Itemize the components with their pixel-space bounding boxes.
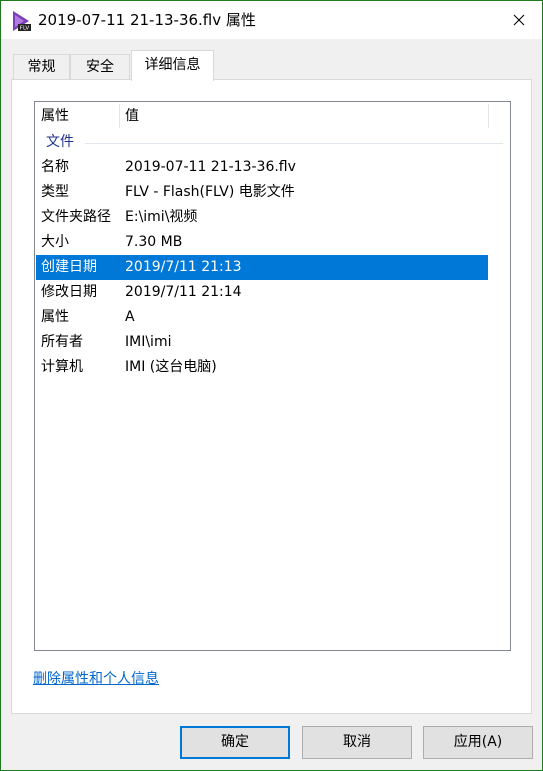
property-value: A — [125, 309, 135, 325]
list-item[interactable]: 计算机 IMI (这台电脑) — [36, 355, 488, 380]
column-header-property[interactable]: 属性 — [35, 102, 119, 130]
remove-properties-link[interactable]: 删除属性和个人信息 — [33, 669, 159, 689]
property-name: 名称 — [41, 159, 69, 175]
tab-security-label: 安全 — [86, 59, 114, 75]
close-icon — [513, 14, 525, 26]
property-name: 计算机 — [41, 359, 83, 375]
list-item[interactable]: 修改日期 2019/7/11 21:14 — [36, 280, 488, 305]
property-value: 2019/7/11 21:14 — [125, 284, 242, 300]
close-button[interactable] — [496, 1, 542, 39]
column-separator[interactable] — [488, 104, 489, 128]
property-name: 大小 — [41, 234, 69, 250]
property-name: 文件夹路径 — [41, 209, 111, 225]
cancel-button[interactable]: 取消 — [302, 726, 412, 759]
list-item[interactable]: 大小 7.30 MB — [36, 230, 488, 255]
property-name: 属性 — [41, 309, 69, 325]
flv-file-icon: FLV — [13, 11, 31, 32]
details-panel: 属性 值 文件 名称 2019-07-11 21-13-36.flv 类型 FL… — [11, 79, 532, 714]
property-value: FLV - Flash(FLV) 电影文件 — [125, 184, 295, 200]
list-item[interactable]: 名称 2019-07-11 21-13-36.flv — [36, 155, 488, 180]
tab-strip: 常规 安全 详细信息 — [13, 50, 533, 81]
list-item[interactable]: 属性 A — [36, 305, 488, 330]
list-item[interactable]: 所有者 IMI\imi — [36, 330, 488, 355]
tab-details-label: 详细信息 — [144, 57, 201, 73]
tab-general-label: 常规 — [27, 59, 56, 75]
tab-security[interactable]: 安全 — [70, 54, 130, 81]
column-header-value[interactable]: 值 — [119, 102, 489, 130]
property-name: 类型 — [41, 184, 69, 200]
property-name: 所有者 — [41, 334, 83, 350]
property-value: 2019-07-11 21-13-36.flv — [125, 159, 296, 175]
property-name: 修改日期 — [41, 284, 97, 300]
properties-list[interactable]: 属性 值 文件 名称 2019-07-11 21-13-36.flv 类型 FL… — [34, 101, 511, 651]
list-header: 属性 值 — [35, 102, 510, 130]
property-name: 创建日期 — [41, 259, 97, 275]
property-value: 2019/7/11 21:13 — [125, 259, 242, 275]
flv-icon-label: FLV — [20, 26, 30, 32]
property-value: IMI (这台电脑) — [125, 359, 217, 375]
property-value: IMI\imi — [125, 334, 172, 350]
tab-details[interactable]: 详细信息 — [131, 50, 214, 81]
window-title: 2019-07-11 21-13-36.flv 属性 — [38, 11, 256, 29]
title-bar[interactable]: FLV 2019-07-11 21-13-36.flv 属性 — [1, 1, 542, 39]
group-divider — [85, 143, 503, 144]
ok-button[interactable]: 确定 — [180, 726, 290, 759]
group-header-file[interactable]: 文件 — [46, 132, 74, 152]
tab-general[interactable]: 常规 — [13, 54, 70, 81]
list-item[interactable]: 文件夹路径 E:\imi\视频 — [36, 205, 488, 230]
apply-button[interactable]: 应用(A) — [423, 726, 533, 759]
properties-dialog: FLV 2019-07-11 21-13-36.flv 属性 常规 安全 详细信… — [0, 0, 543, 771]
list-item-selected[interactable]: 创建日期 2019/7/11 21:13 — [36, 255, 488, 280]
property-value: 7.30 MB — [125, 234, 183, 250]
property-value: E:\imi\视频 — [125, 209, 198, 225]
list-item[interactable]: 类型 FLV - Flash(FLV) 电影文件 — [36, 180, 488, 205]
